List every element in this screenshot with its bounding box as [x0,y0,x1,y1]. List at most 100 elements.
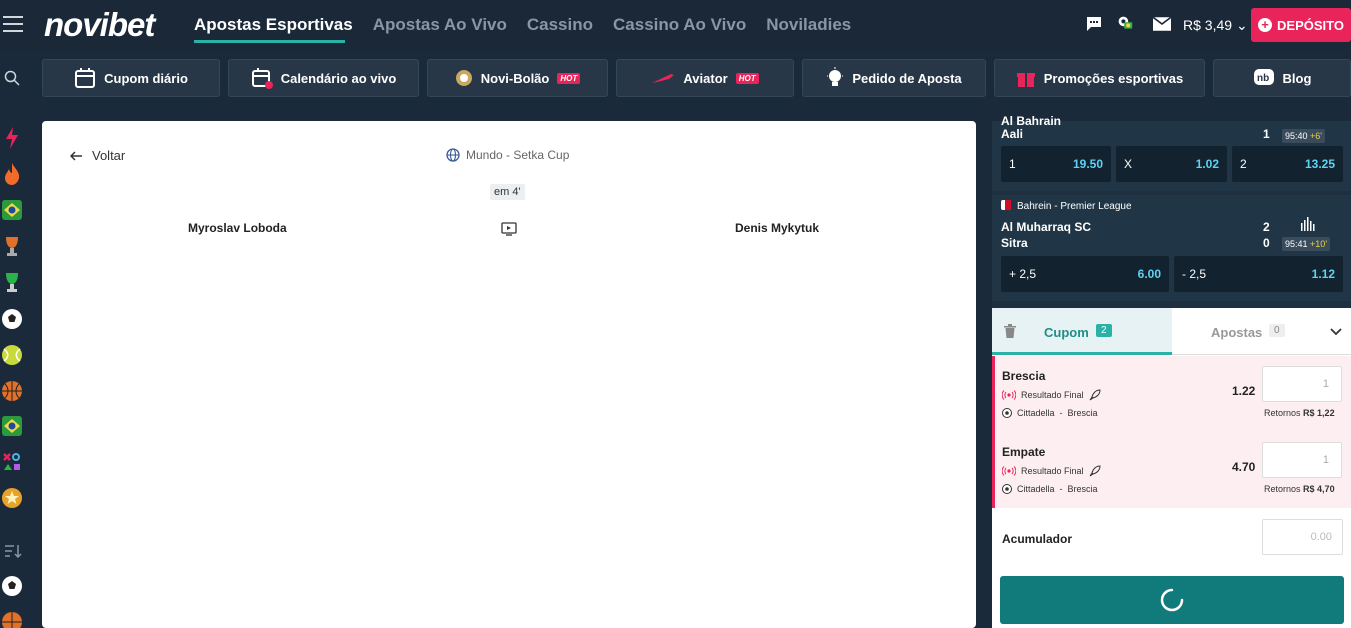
trash-icon[interactable] [1004,324,1016,338]
nav-live-casino[interactable]: Cassino Ao Vivo [613,15,746,35]
chevron-down-icon[interactable] [1330,328,1342,336]
accumulator-label: Acumulador [1002,532,1073,546]
promo-label: Novi-Bolão [480,70,550,86]
loading-spinner-icon [1160,588,1184,612]
trophy-icon [455,70,472,86]
plus-icon: + [1258,18,1273,32]
odd-value: 1.02 [1195,157,1219,171]
promo-blog[interactable]: nb Blog [1213,59,1351,97]
mail-icon[interactable] [1153,16,1171,32]
deposit-button[interactable]: + DEPÓSITO [1251,8,1351,42]
promo-daily-coupon[interactable]: Cupom diário [42,59,220,97]
returns-label: Retornos [1264,484,1301,494]
score-home: 2 [1263,220,1270,234]
top-header: novibet Apostas Esportivas Apostas Ao Vi… [0,0,1351,50]
added-time: +10' [1310,239,1328,249]
odd-label: 1 [1009,157,1016,171]
gift-icon [1016,73,1035,87]
tab-bets[interactable]: Apostas 0 [1172,308,1351,355]
stake-input[interactable]: 1 [1262,442,1342,478]
returns-value: R$ 4,70 [1303,484,1335,494]
odd-value: 19.50 [1072,157,1103,171]
conference-league-icon[interactable] [4,273,20,293]
promo-bet-request[interactable]: Pedido de Aposta [802,59,986,97]
hot-badge: HOT [557,72,581,84]
promo-label: Blog [1282,70,1312,86]
match-clock: 95:41 +10' [1282,237,1331,251]
event-teams: Cittadella - Brescia [1017,408,1098,418]
returns-text: Retornos R$ 1,22 [1264,408,1335,418]
nav-sports-betting[interactable]: Apostas Esportivas [194,15,353,35]
odd-button[interactable]: + 2,5 6.00 [1001,256,1169,292]
promo-label: Cupom diário [104,70,188,86]
nav-live-betting[interactable]: Apostas Ao Vivo [373,15,507,35]
match-league: Bahrein - Premier League [1017,201,1132,212]
bet-market: Resultado Final [1002,465,1101,477]
brazil-flag-icon-2[interactable] [2,416,22,436]
main-nav: Apostas Esportivas Apostas Ao Vivo Cassi… [194,15,851,35]
chevron-down-icon: ⌄ [1235,17,1248,33]
accumulator-stake-input[interactable]: 0.00 [1262,519,1343,555]
europa-league-icon[interactable] [4,237,20,257]
tab-coupon[interactable]: Cupom 2 [992,308,1172,355]
team-away: Aali [1001,127,1024,141]
place-bet-button[interactable] [1000,576,1344,624]
live-match-card: Bahrein - Premier League Al Muharraq SC … [992,195,1351,301]
bet-selection: Brescia Resultado Final Cittadella - Bre… [992,356,1351,432]
promo-label: Promoções esportivas [1043,70,1184,86]
nav-noviladies[interactable]: Noviladies [766,15,851,35]
brazil-flag-icon[interactable] [2,200,22,220]
bet-market: Resultado Final [1002,389,1101,401]
back-label: Voltar [92,148,126,163]
live-stream-icon[interactable] [501,222,517,236]
odd-button[interactable]: 1 19.50 [1001,146,1111,182]
promo-label: Aviator [683,70,728,86]
stake-input[interactable]: 1 [1262,366,1342,402]
home-player: Myroslav Loboda [188,221,287,235]
odd-value: 6.00 [1137,267,1161,281]
lightning-icon[interactable] [4,127,20,149]
market-name: Resultado Final [1021,466,1084,476]
soccer-ball-icon[interactable] [1,308,23,330]
odd-button[interactable]: X 1.02 [1116,146,1227,182]
promo-novi-bolao[interactable]: Novi-Bolão HOT [427,59,608,97]
odd-value: 1.12 [1311,267,1335,281]
score-away: 1 [1263,127,1270,141]
settings-icon[interactable] [1116,15,1134,31]
bet-odd: 4.70 [1232,460,1256,474]
sort-icon[interactable] [4,543,22,559]
basketball-icon-2[interactable] [1,611,23,628]
returns-label: Retornos [1264,408,1301,418]
returns-value: R$ 1,22 [1303,408,1335,418]
odd-button[interactable]: - 2,5 1.12 [1174,256,1343,292]
balance-dropdown[interactable]: R$ 3,49 ⌄ [1183,17,1248,34]
star-icon[interactable] [1,487,23,509]
menu-icon[interactable] [3,16,23,32]
live-broadcast-icon [1002,390,1016,400]
event-league: Mundo - Setka Cup [446,148,569,162]
basketball-icon[interactable] [1,380,23,402]
stats-icon[interactable] [1300,217,1318,231]
clock-time: 95:40 [1285,131,1308,141]
tennis-ball-icon[interactable] [1,344,23,366]
nav-casino[interactable]: Cassino [527,15,593,35]
fire-icon[interactable] [3,163,21,185]
live-match-card: Al Bahrain Aali 1 95:40 +6' 1 19.50 X 1.02… [992,114,1351,191]
bets-count-badge: 0 [1269,324,1285,337]
promo-sports-promotions[interactable]: Promoções esportivas [994,59,1205,97]
arrow-left-icon [70,150,82,161]
live-broadcast-icon [1002,466,1016,476]
chat-icon[interactable] [1085,16,1103,32]
soccer-ball-icon-2[interactable] [1,575,23,597]
promo-live-calendar[interactable]: Calendário ao vivo [228,59,419,97]
odd-button[interactable]: 2 13.25 [1232,146,1343,182]
promo-aviator[interactable]: Aviator HOT [616,59,794,97]
esports-icon[interactable] [2,452,22,472]
team-home: Al Bahrain [1001,114,1062,128]
odd-label: 2 [1240,157,1247,171]
search-icon[interactable] [4,70,20,86]
logo[interactable]: novibet [44,6,155,44]
promo-label: Calendário ao vivo [280,70,397,86]
tab-bets-label: Apostas [1211,325,1263,340]
back-button[interactable]: Voltar [70,148,125,163]
